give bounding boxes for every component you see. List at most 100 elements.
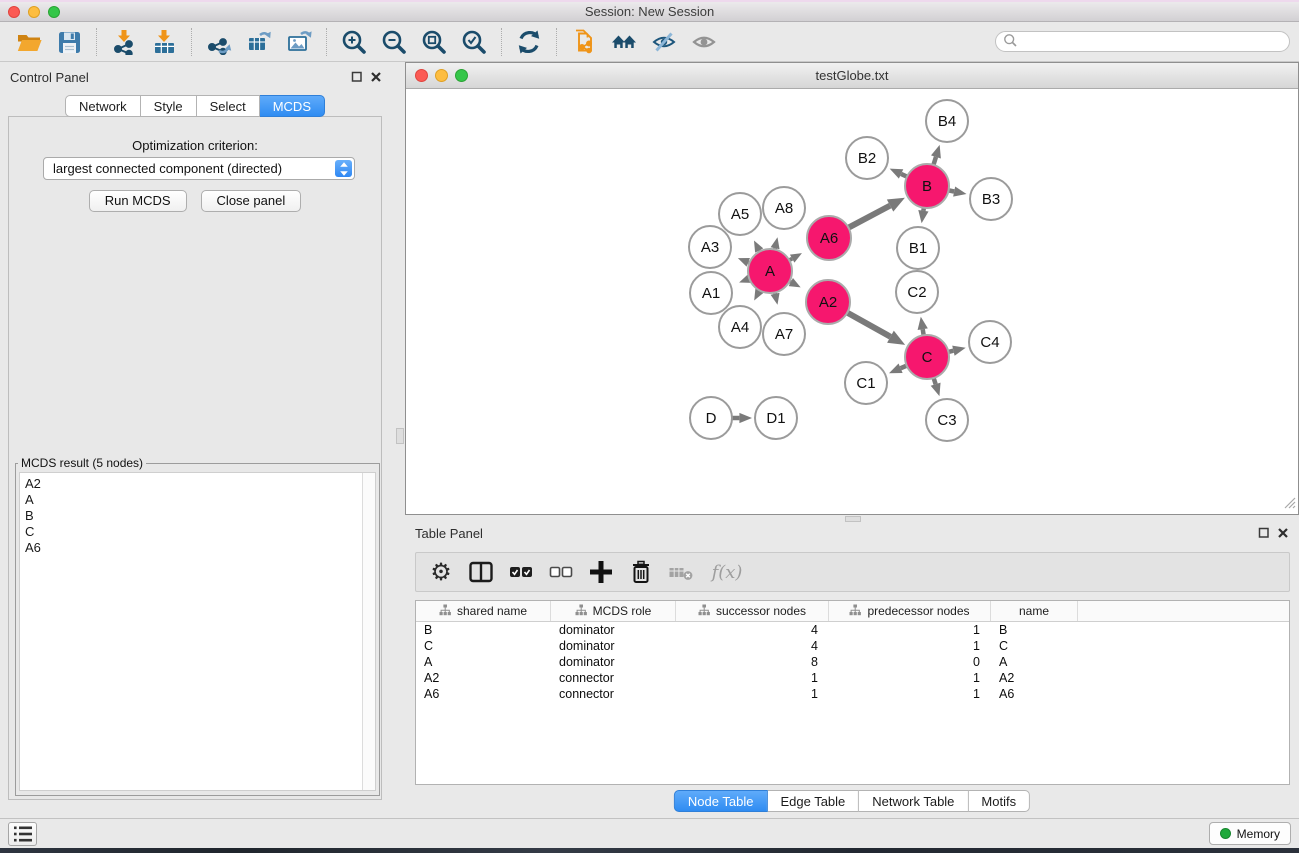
edge-B-B3[interactable]: [949, 186, 967, 196]
node-C1[interactable]: C1: [845, 362, 887, 404]
network-window-titlebar[interactable]: testGlobe.txt: [406, 63, 1298, 89]
table-row[interactable]: Adominator80A: [416, 654, 1289, 670]
zoom-fit-icon[interactable]: [414, 25, 454, 59]
result-scrollbar[interactable]: [362, 473, 375, 790]
mcds-result-item[interactable]: A6: [25, 540, 357, 556]
window-resize-grip[interactable]: [1283, 496, 1296, 512]
cell-shared-name[interactable]: B: [416, 623, 551, 637]
tab-edge-table[interactable]: Edge Table: [767, 790, 859, 812]
zoom-out-icon[interactable]: [374, 25, 414, 59]
new-network-from-file-icon[interactable]: [564, 25, 604, 59]
table-row[interactable]: A6connector11A6: [416, 686, 1289, 702]
maximize-window-button[interactable]: [48, 6, 60, 18]
tab-style[interactable]: Style: [141, 95, 197, 117]
node-A6[interactable]: A6: [807, 216, 851, 260]
unselect-all-columns-icon[interactable]: [547, 557, 575, 587]
mcds-result-item[interactable]: C: [25, 524, 357, 540]
column-header-MCDS-role[interactable]: MCDS role: [551, 601, 676, 621]
network-maximize-button[interactable]: [455, 69, 468, 82]
node-C2[interactable]: C2: [896, 271, 938, 313]
network-canvas[interactable]: B4B2BB3A5A8A6B1A3AC2A1A2A4A7C4CC1C3DD1: [406, 90, 1298, 515]
node-A1[interactable]: A1: [690, 272, 732, 314]
cell-MCDS-role[interactable]: connector: [551, 671, 676, 685]
import-network-icon[interactable]: [104, 25, 144, 59]
tab-mcds[interactable]: MCDS: [260, 95, 325, 117]
cell-shared-name[interactable]: A6: [416, 687, 551, 701]
column-header-predecessor-nodes[interactable]: predecessor nodes: [829, 601, 991, 621]
column-header-name[interactable]: name: [991, 601, 1078, 621]
tab-motifs[interactable]: Motifs: [968, 790, 1030, 812]
edge-B-B4[interactable]: [931, 145, 941, 165]
edge-A-A8[interactable]: [771, 237, 780, 249]
cell-successor-nodes[interactable]: 8: [676, 655, 829, 669]
node-A[interactable]: A: [748, 249, 792, 293]
edge-A-A7[interactable]: [771, 292, 780, 304]
run-mcds-button[interactable]: Run MCDS: [89, 190, 187, 212]
close-window-button[interactable]: [8, 6, 20, 18]
edge-B-B2[interactable]: [890, 169, 907, 179]
cell-name[interactable]: C: [991, 639, 1078, 653]
edge-A-A6[interactable]: [789, 253, 802, 262]
network-close-button[interactable]: [415, 69, 428, 82]
node-C3[interactable]: C3: [926, 399, 968, 441]
export-table-icon[interactable]: [239, 25, 279, 59]
tab-network[interactable]: Network: [65, 95, 141, 117]
zoom-in-icon[interactable]: [334, 25, 374, 59]
save-session-icon[interactable]: [49, 25, 89, 59]
cell-MCDS-role[interactable]: dominator: [551, 623, 676, 637]
zoom-selected-icon[interactable]: [454, 25, 494, 59]
tab-select[interactable]: Select: [197, 95, 260, 117]
cell-predecessor-nodes[interactable]: 0: [829, 655, 991, 669]
columns-icon[interactable]: [467, 557, 495, 587]
float-panel-icon[interactable]: [1258, 527, 1270, 542]
node-A7[interactable]: A7: [763, 313, 805, 355]
cell-predecessor-nodes[interactable]: 1: [829, 623, 991, 637]
cell-shared-name[interactable]: C: [416, 639, 551, 653]
cell-name[interactable]: B: [991, 623, 1078, 637]
hide-graphics-details-icon[interactable]: [644, 25, 684, 59]
cell-MCDS-role[interactable]: dominator: [551, 655, 676, 669]
table-row[interactable]: Bdominator41B: [416, 622, 1289, 638]
mcds-result-item[interactable]: A: [25, 492, 357, 508]
cell-successor-nodes[interactable]: 1: [676, 687, 829, 701]
edge-C-C1[interactable]: [889, 363, 907, 373]
mcds-result-item[interactable]: A2: [25, 476, 357, 492]
home-view-icon[interactable]: [604, 25, 644, 59]
node-B3[interactable]: B3: [970, 178, 1012, 220]
column-header-successor-nodes[interactable]: successor nodes: [676, 601, 829, 621]
cell-MCDS-role[interactable]: dominator: [551, 639, 676, 653]
search-box[interactable]: [995, 31, 1290, 52]
cell-predecessor-nodes[interactable]: 1: [829, 687, 991, 701]
import-table-icon[interactable]: [144, 25, 184, 59]
minimize-window-button[interactable]: [28, 6, 40, 18]
node-C4[interactable]: C4: [969, 321, 1011, 363]
table-row[interactable]: Cdominator41C: [416, 638, 1289, 654]
settings-icon[interactable]: ⚙: [427, 557, 455, 587]
column-header-shared-name[interactable]: shared name: [416, 601, 551, 621]
edge-A6-B[interactable]: [848, 198, 904, 228]
cell-name[interactable]: A6: [991, 687, 1078, 701]
cell-predecessor-nodes[interactable]: 1: [829, 639, 991, 653]
cell-successor-nodes[interactable]: 1: [676, 671, 829, 685]
close-panel-icon[interactable]: [1277, 527, 1289, 542]
node-B1[interactable]: B1: [897, 227, 939, 269]
refresh-icon[interactable]: [509, 25, 549, 59]
edge-C-C2[interactable]: [918, 317, 928, 336]
node-A8[interactable]: A8: [763, 187, 805, 229]
select-all-columns-icon[interactable]: [507, 557, 535, 587]
node-B2[interactable]: B2: [846, 137, 888, 179]
node-D[interactable]: D: [690, 397, 732, 439]
open-file-icon[interactable]: [9, 25, 49, 59]
edge-C-C4[interactable]: [948, 346, 965, 356]
memory-button[interactable]: Memory: [1209, 822, 1291, 845]
tab-node-table[interactable]: Node Table: [674, 790, 768, 812]
node-A3[interactable]: A3: [689, 226, 731, 268]
cell-predecessor-nodes[interactable]: 1: [829, 671, 991, 685]
node-A5[interactable]: A5: [719, 193, 761, 235]
task-history-button[interactable]: [8, 822, 37, 846]
float-panel-icon[interactable]: [351, 71, 363, 86]
cell-successor-nodes[interactable]: 4: [676, 639, 829, 653]
cell-successor-nodes[interactable]: 4: [676, 623, 829, 637]
close-panel-icon[interactable]: [370, 71, 382, 86]
network-minimize-button[interactable]: [435, 69, 448, 82]
